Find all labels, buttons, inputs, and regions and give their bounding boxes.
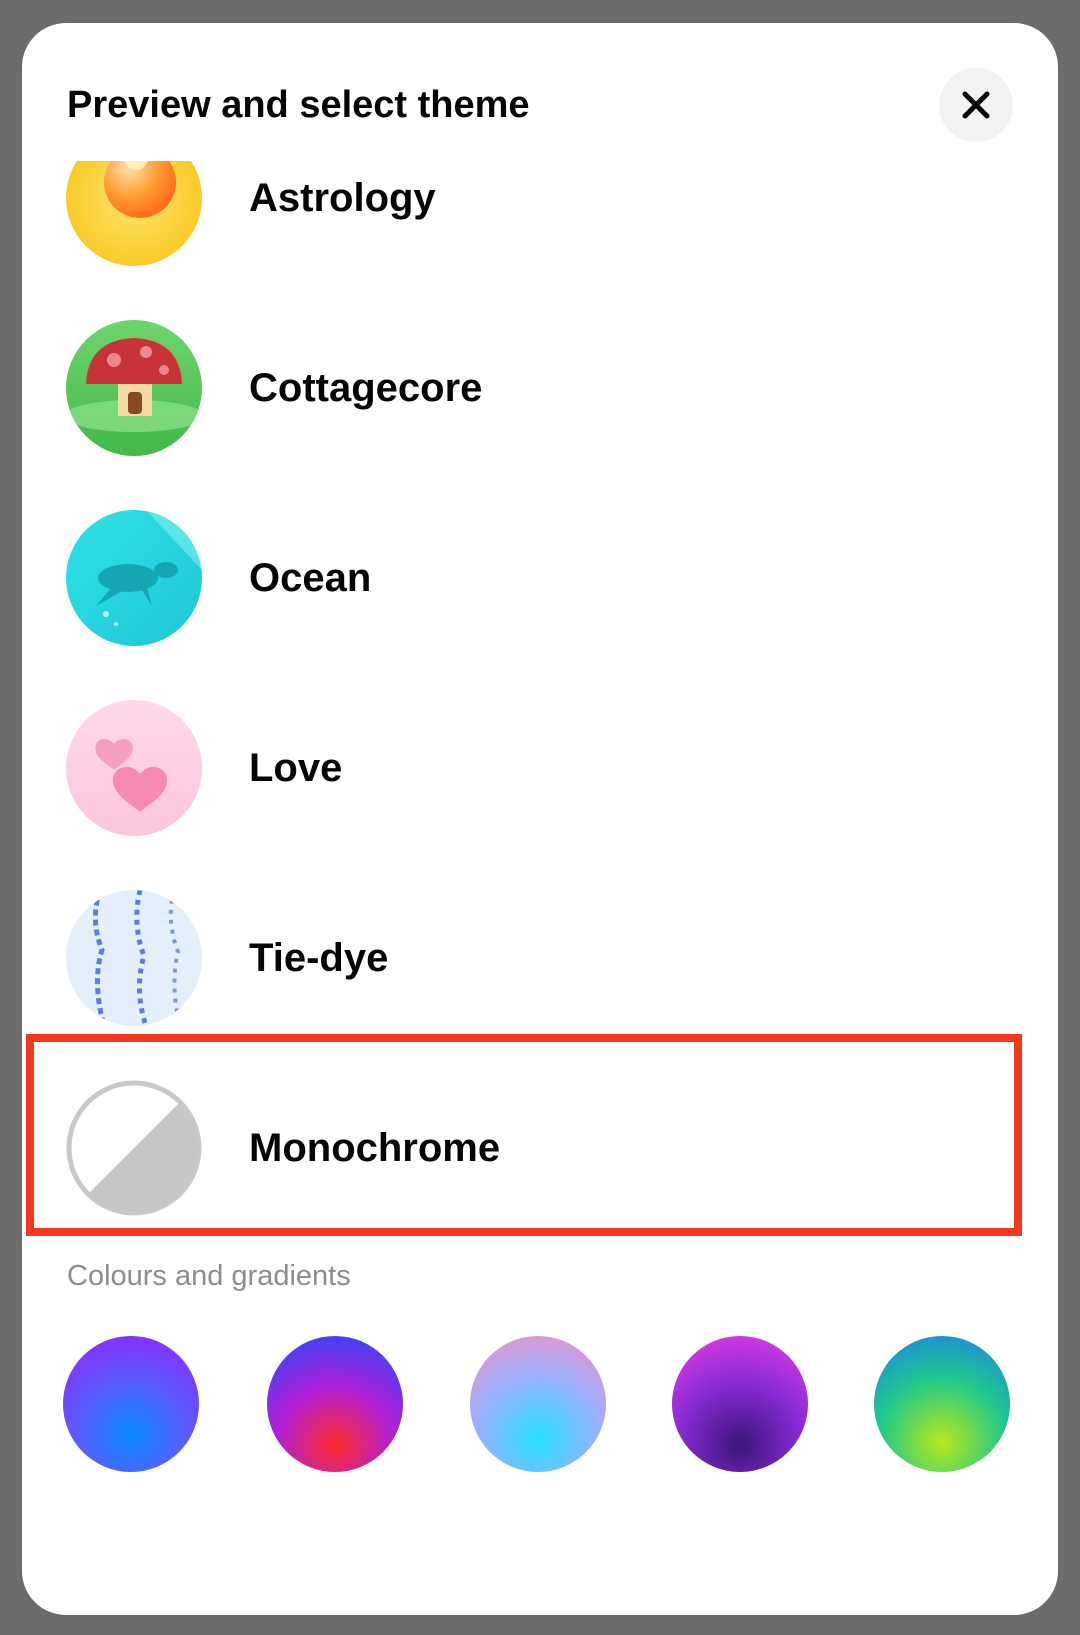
theme-item-cottagecore[interactable]: Cottagecore	[22, 291, 1058, 481]
theme-label: Love	[249, 746, 343, 790]
theme-item-astrology[interactable]: Astrology	[22, 161, 1058, 291]
hearts-icon	[66, 700, 202, 836]
color-swatch-5[interactable]	[874, 1336, 1010, 1472]
close-icon	[962, 91, 990, 119]
close-button[interactable]	[939, 68, 1013, 142]
theme-item-monochrome[interactable]: Monochrome	[22, 1051, 1058, 1221]
theme-label: Cottagecore	[249, 366, 483, 410]
mushroom-house-icon	[66, 320, 202, 456]
color-swatch-2[interactable]	[267, 1336, 403, 1472]
theme-picker-sheet: Preview and select theme Astrology Cotta…	[22, 23, 1058, 1615]
theme-item-ocean[interactable]: Ocean	[22, 481, 1058, 671]
theme-label: Astrology	[249, 176, 436, 220]
color-swatch-1[interactable]	[63, 1336, 199, 1472]
color-swatch-3[interactable]	[470, 1336, 606, 1472]
theme-label: Monochrome	[249, 1126, 501, 1170]
tie-dye-pattern-icon	[66, 890, 202, 1026]
half-circle-icon	[66, 1080, 202, 1216]
theme-item-tie-dye[interactable]: Tie-dye	[22, 861, 1058, 1051]
sea-turtle-icon	[66, 510, 202, 646]
sun-moon-icon	[66, 161, 202, 266]
theme-list: Astrology Cottagecore Ocean Love Tie-dye…	[22, 161, 1058, 1221]
page-title: Preview and select theme	[67, 84, 530, 126]
theme-item-love[interactable]: Love	[22, 671, 1058, 861]
section-title: Colours and gradients	[67, 1260, 351, 1292]
theme-label: Tie-dye	[249, 936, 389, 980]
theme-label: Ocean	[249, 556, 372, 600]
color-swatch-4[interactable]	[672, 1336, 808, 1472]
